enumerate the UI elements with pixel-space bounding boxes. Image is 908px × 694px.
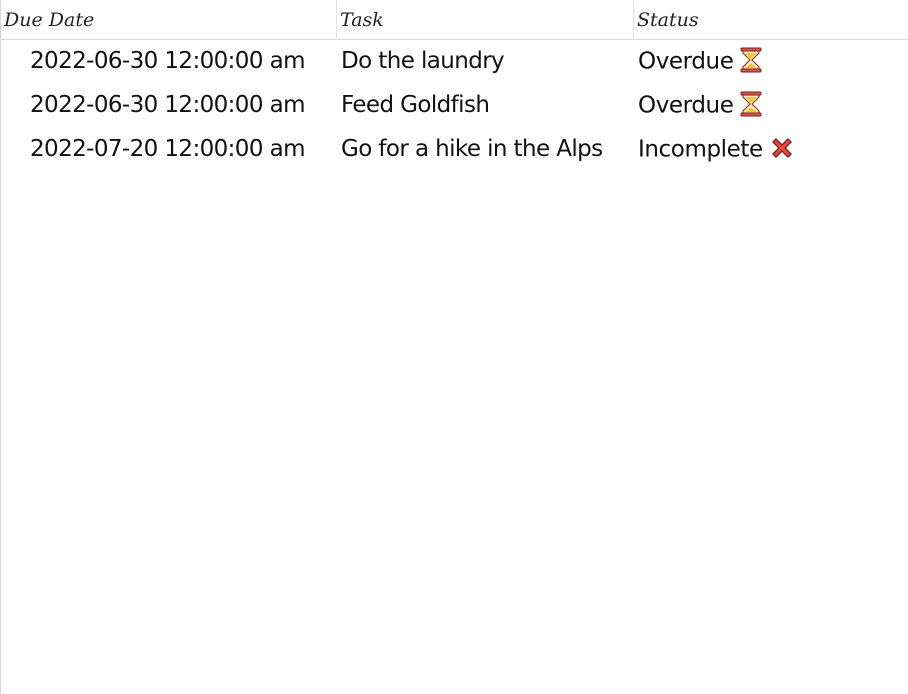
column-header-task[interactable]: Task (337, 0, 634, 40)
column-header-due-date[interactable]: Due Date (1, 0, 337, 40)
task-table[interactable]: Due Date Task Status 2022-06-30 12:00:00… (0, 0, 908, 694)
due-date-cell: 2022-06-30 12:00:00 am (30, 48, 305, 74)
task-cell: Do the laundry (341, 48, 505, 74)
task-cell: Feed Goldfish (341, 92, 490, 118)
cross-mark-icon (769, 135, 795, 161)
due-date-cell: 2022-06-30 12:00:00 am (30, 92, 305, 118)
hourglass-icon (739, 91, 763, 117)
status-label: Overdue (638, 92, 734, 119)
status-label: Overdue (638, 48, 734, 75)
table-row[interactable]: 2022-07-20 12:00:00 am Go for a hike in … (1, 127, 908, 171)
status-label: Incomplete (638, 136, 763, 163)
table-header: Due Date Task Status (1, 0, 908, 40)
status-cell: Incomplete (638, 127, 795, 171)
hourglass-icon (739, 47, 763, 73)
table-row[interactable]: 2022-06-30 12:00:00 am Feed Goldfish Ove… (1, 83, 908, 127)
due-date-cell: 2022-07-20 12:00:00 am (30, 136, 305, 162)
status-cell: Overdue (638, 83, 763, 127)
column-header-status[interactable]: Status (634, 0, 908, 40)
status-cell: Overdue (638, 39, 763, 83)
table-row[interactable]: 2022-06-30 12:00:00 am Do the laundry Ov… (1, 39, 908, 83)
task-cell: Go for a hike in the Alps (341, 136, 603, 162)
